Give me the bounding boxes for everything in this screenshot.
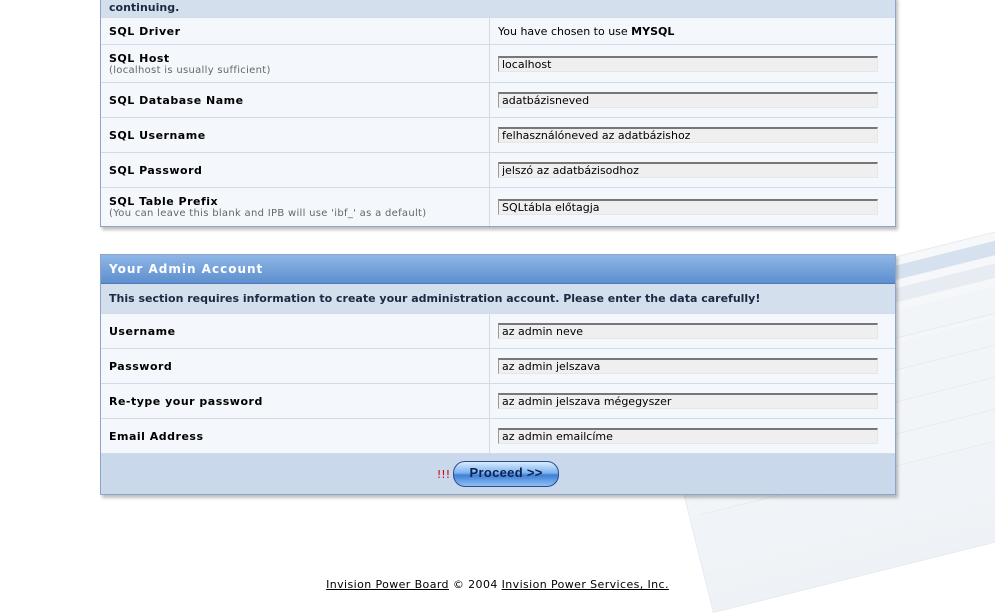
sql-dbname-input[interactable] bbox=[498, 92, 878, 108]
admin-retype-input[interactable] bbox=[498, 393, 878, 409]
sql-prefix-label: SQL Table Prefix bbox=[109, 194, 219, 208]
admin-retype-label: Re-type your password bbox=[101, 383, 490, 419]
sql-dbname-label: SQL Database Name bbox=[101, 82, 490, 118]
admin-retype-row: Re-type your password bbox=[101, 383, 895, 419]
footer-company-link[interactable]: Invision Power Services, Inc. bbox=[502, 578, 669, 591]
footer-copyright: © 2004 bbox=[448, 578, 502, 591]
sql-driver-name: MYSQL bbox=[631, 24, 675, 38]
sql-username-label: SQL Username bbox=[101, 117, 490, 153]
sql-dbname-row: SQL Database Name bbox=[101, 82, 895, 118]
admin-username-row: Username bbox=[101, 313, 895, 349]
database-intro-text: continuing. bbox=[101, 0, 895, 18]
sql-driver-text: You have chosen to use bbox=[498, 24, 632, 38]
footer-product-link[interactable]: Invision Power Board bbox=[326, 578, 449, 591]
sql-password-label: SQL Password bbox=[101, 152, 490, 188]
admin-username-label: Username bbox=[101, 313, 490, 349]
admin-account-panel: Your Admin Account This section requires… bbox=[100, 254, 896, 495]
sql-host-input[interactable] bbox=[498, 55, 878, 72]
admin-section-intro: This section requires information to cre… bbox=[101, 283, 895, 314]
sql-prefix-hint: (You can leave this blank and IPB will u… bbox=[109, 207, 427, 219]
sql-password-input[interactable] bbox=[498, 162, 878, 178]
sql-username-row: SQL Username bbox=[101, 117, 895, 153]
sql-driver-row: SQL Driver You have chosen to use MYSQL bbox=[101, 17, 895, 45]
admin-email-input[interactable] bbox=[498, 428, 878, 444]
admin-section-title: Your Admin Account bbox=[101, 255, 895, 284]
admin-password-input[interactable] bbox=[498, 358, 878, 374]
admin-email-row: Email Address bbox=[101, 418, 895, 454]
admin-password-label: Password bbox=[101, 348, 490, 384]
sql-driver-value: You have chosen to use MYSQL bbox=[489, 17, 895, 45]
warning-marker: !!! bbox=[436, 467, 451, 481]
admin-email-label: Email Address bbox=[101, 418, 490, 454]
database-settings-panel: continuing. SQL Driver You have chosen t… bbox=[100, 0, 896, 227]
sql-host-hint: (localhost is usually sufficient) bbox=[109, 64, 271, 76]
sql-host-row: SQL Host (localhost is usually sufficien… bbox=[101, 44, 895, 83]
sql-username-input[interactable] bbox=[498, 127, 878, 143]
sql-prefix-input[interactable] bbox=[498, 198, 878, 215]
submit-row: !!! Proceed >> bbox=[101, 453, 895, 494]
sql-driver-label: SQL Driver bbox=[101, 17, 490, 45]
sql-password-row: SQL Password bbox=[101, 152, 895, 188]
admin-username-input[interactable] bbox=[498, 323, 878, 339]
footer: Invision Power Board © 2004 Invision Pow… bbox=[0, 578, 995, 591]
proceed-button[interactable]: Proceed >> bbox=[453, 461, 560, 487]
sql-prefix-row: SQL Table Prefix (You can leave this bla… bbox=[101, 187, 895, 226]
admin-password-row: Password bbox=[101, 348, 895, 384]
sql-host-label: SQL Host bbox=[109, 51, 170, 65]
